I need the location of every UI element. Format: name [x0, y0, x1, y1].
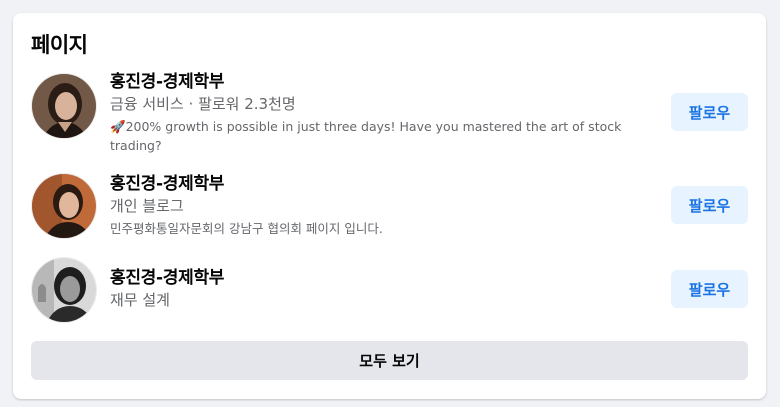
page-name[interactable]: 홍진경-경제학부: [110, 71, 650, 93]
page-meta: 개인 블로그: [110, 197, 184, 215]
avatar-photo: [32, 74, 96, 138]
page-avatar[interactable]: [31, 173, 97, 239]
page-info: 홍진경-경제학부 금융 서비스 · 팔로워 2.3천명 🚀200% growth…: [110, 71, 650, 155]
section-title: 페이지: [31, 33, 88, 57]
page-name[interactable]: 홍진경-경제학부: [110, 173, 650, 195]
page-info: 홍진경-경제학부 재무 설계: [110, 267, 650, 312]
follow-button[interactable]: 팔로우: [671, 270, 748, 308]
follow-button[interactable]: 팔로우: [671, 93, 748, 131]
page-description: 민주평화통일자문회의 강남구 협의회 페이지 입니다.: [110, 221, 383, 236]
follow-button[interactable]: 팔로우: [671, 186, 748, 224]
page-avatar[interactable]: [31, 257, 97, 323]
avatar-photo: [32, 174, 96, 238]
page-info: 홍진경-경제학부 개인 블로그 민주평화통일자문회의 강남구 협의회 페이지 입…: [110, 173, 650, 238]
page-list-item[interactable]: 홍진경-경제학부 개인 블로그 민주평화통일자문회의 강남구 협의회 페이지 입…: [13, 173, 766, 243]
pages-card: 페이지 홍진경-경제학부 금융 서비스 · 팔로워 2.3천명 🚀200% gr…: [13, 13, 766, 399]
page-avatar[interactable]: [31, 73, 97, 139]
page-list-item[interactable]: 홍진경-경제학부 금융 서비스 · 팔로워 2.3천명 🚀200% growth…: [13, 71, 766, 159]
page-name[interactable]: 홍진경-경제학부: [110, 267, 650, 289]
page-meta: 재무 설계: [110, 291, 170, 309]
avatar-photo: [32, 258, 96, 322]
page-meta: 금융 서비스 · 팔로워 2.3천명: [110, 95, 296, 113]
page-description: 🚀200% growth is possible in just three d…: [110, 119, 622, 153]
page-list-item[interactable]: 홍진경-경제학부 재무 설계 팔로우: [13, 257, 766, 327]
see-all-button[interactable]: 모두 보기: [31, 341, 748, 380]
